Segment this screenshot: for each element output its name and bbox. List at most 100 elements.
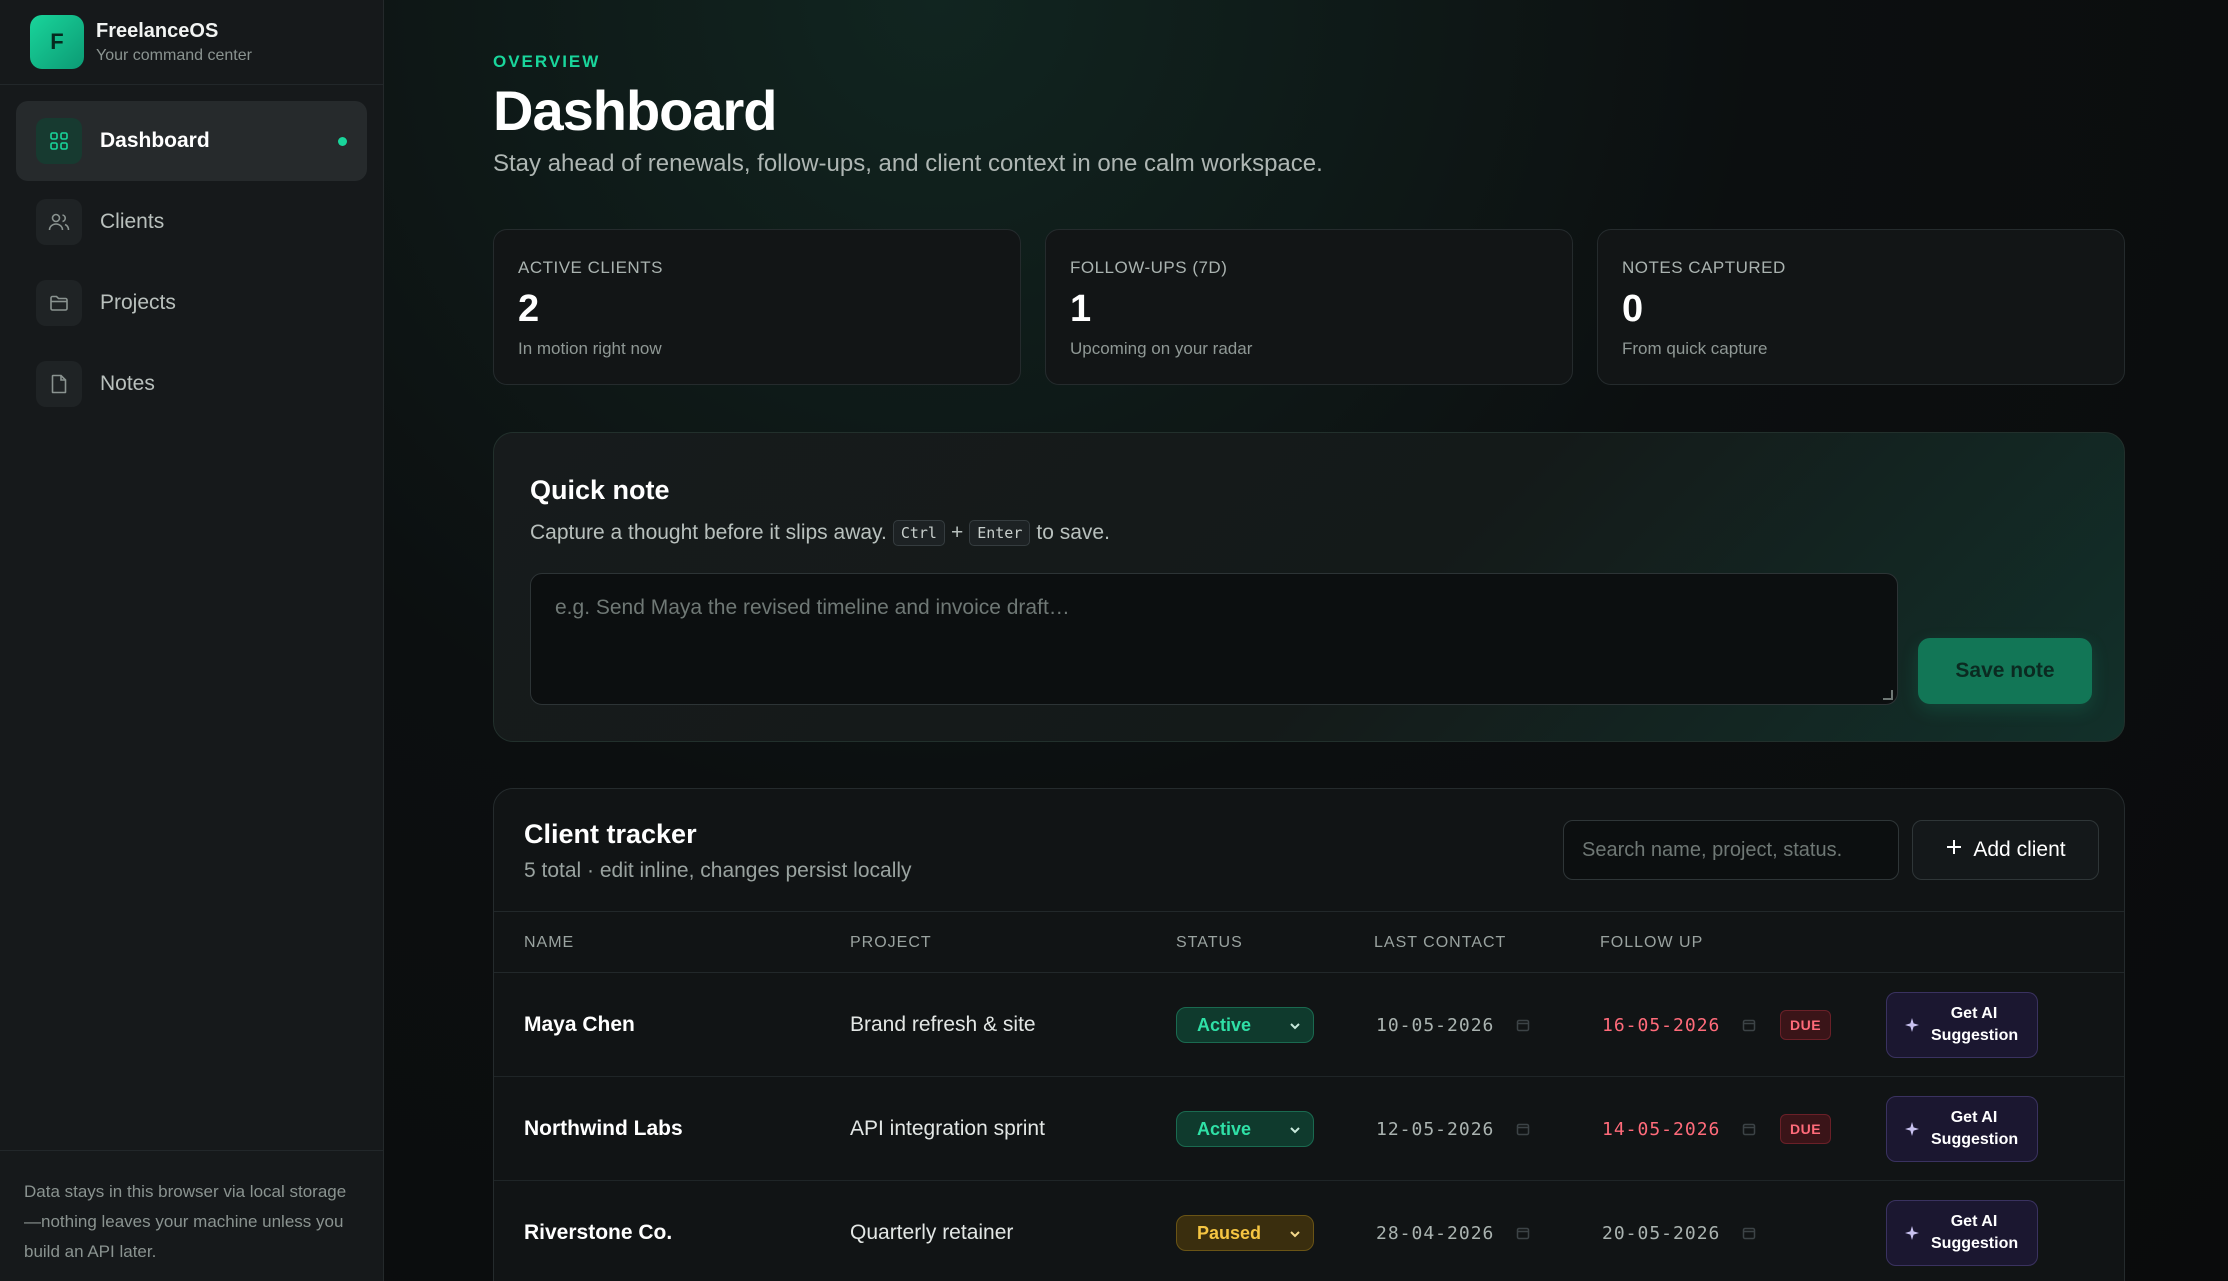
last-contact-date: 10-05-2026 (1376, 1014, 1495, 1036)
save-note-button[interactable]: Save note (1918, 638, 2092, 704)
chevron-down-icon (1290, 1023, 1300, 1030)
calendar-icon[interactable] (1742, 1018, 1756, 1032)
brand-tagline: Your command center (96, 46, 252, 64)
follow-up-field[interactable]: 16-05-2026 (1602, 973, 1756, 1077)
ai-cell: Get AI Suggestion (1886, 973, 2038, 1077)
kbd-plus: + (950, 521, 964, 544)
get-ai-suggestion-button[interactable]: Get AI Suggestion (1886, 1200, 2038, 1266)
sparkle-icon (1905, 1018, 1919, 1032)
follow-up-field[interactable]: 20-05-2026 (1602, 1181, 1756, 1281)
sidebar-item-projects[interactable]: Projects (16, 263, 367, 343)
due-cell: DUE (1780, 973, 1832, 1077)
sidebar-item-label: Notes (100, 372, 155, 395)
table-row: Riverstone Co. Quarterly retainer Paused… (494, 1181, 2124, 1281)
status-select[interactable]: Active (1176, 1007, 1314, 1043)
column-header-status[interactable]: STATUS (1176, 934, 1243, 952)
sidebar-item-notes[interactable]: Notes (16, 344, 367, 424)
stat-card-active-clients: ACTIVE CLIENTS 2 In motion right now (493, 229, 1021, 385)
stat-label: NOTES CAPTURED (1622, 258, 1786, 277)
status-select[interactable]: Active (1176, 1111, 1314, 1147)
ai-label-line2: Suggestion (1931, 1027, 2019, 1044)
page-subtitle: Stay ahead of renewals, follow-ups, and … (493, 150, 1323, 177)
ai-label-line1: Get AI (1950, 1109, 1998, 1126)
add-client-button[interactable]: Add client (1912, 820, 2099, 880)
status-value: Active (1197, 1118, 1252, 1139)
sidebar-item-label: Clients (100, 210, 165, 233)
due-badge: DUE (1780, 1010, 1832, 1040)
kbd-enter: Enter (969, 520, 1031, 546)
ai-label-line1: Get AI (1950, 1005, 1998, 1022)
ai-cell: Get AI Suggestion (1886, 1181, 2038, 1281)
last-contact-field[interactable]: 12-05-2026 (1376, 1077, 1530, 1181)
stat-card-follow-ups: FOLLOW-UPS (7D) 1 Upcoming on your radar (1045, 229, 1573, 385)
ai-label-line2: Suggestion (1931, 1235, 2019, 1252)
client-name[interactable]: Northwind Labs (524, 1077, 683, 1181)
stat-value: 0 (1622, 288, 1644, 330)
client-name[interactable]: Maya Chen (524, 973, 635, 1077)
chevron-down-icon (1290, 1127, 1300, 1134)
follow-up-date: 20-05-2026 (1602, 1222, 1721, 1244)
calendar-icon[interactable] (1516, 1018, 1530, 1032)
quick-note-textarea[interactable]: e.g. Send Maya the revised timeline and … (530, 573, 1898, 705)
client-search-input[interactable]: Search name, project, status. (1563, 820, 1899, 880)
sparkle-icon (1905, 1226, 1919, 1240)
status-select[interactable]: Paused (1176, 1215, 1314, 1251)
main-content: OVERVIEW Dashboard Stay ahead of renewal… (384, 0, 2228, 1281)
last-contact-date: 28-04-2026 (1376, 1222, 1495, 1244)
ai-cell: Get AI Suggestion (1886, 1077, 2038, 1181)
client-name[interactable]: Riverstone Co. (524, 1181, 672, 1281)
active-indicator-dot (338, 137, 347, 146)
follow-up-date: 14-05-2026 (1602, 1118, 1721, 1140)
calendar-icon[interactable] (1742, 1226, 1756, 1240)
quick-note-hint-end: to save. (1036, 521, 1110, 544)
quick-note-hint: Capture a thought before it slips away. (530, 521, 887, 544)
calendar-icon[interactable] (1516, 1122, 1530, 1136)
status-cell: Active (1176, 1077, 1314, 1181)
get-ai-suggestion-button[interactable]: Get AI Suggestion (1886, 1096, 2038, 1162)
column-header-last-contact[interactable]: LAST CONTACT (1374, 934, 1506, 952)
sidebar: F FreelanceOS Your command center Dashbo… (0, 0, 384, 1281)
stat-label: ACTIVE CLIENTS (518, 258, 663, 277)
calendar-icon[interactable] (1742, 1122, 1756, 1136)
last-contact-field[interactable]: 10-05-2026 (1376, 973, 1530, 1077)
sidebar-item-clients[interactable]: Clients (16, 182, 367, 262)
get-ai-suggestion-button[interactable]: Get AI Suggestion (1886, 992, 2038, 1058)
ai-label-line2: Suggestion (1931, 1131, 2019, 1148)
status-cell: Paused (1176, 1181, 1314, 1281)
follow-up-date: 16-05-2026 (1602, 1014, 1721, 1036)
client-project[interactable]: Brand refresh & site (850, 973, 1036, 1077)
due-cell: DUE (1780, 1077, 1832, 1181)
sidebar-item-label: Dashboard (100, 129, 210, 152)
page-title: Dashboard (493, 79, 777, 142)
quick-note-placeholder: e.g. Send Maya the revised timeline and … (555, 596, 1070, 619)
page-eyebrow: OVERVIEW (493, 52, 601, 71)
add-client-label: Add client (1973, 838, 2066, 861)
file-icon (36, 361, 82, 407)
status-value: Paused (1197, 1222, 1262, 1243)
due-badge: DUE (1780, 1114, 1832, 1144)
tracker-title: Client tracker (524, 819, 697, 849)
quick-note-panel: Quick note Capture a thought before it s… (493, 432, 2125, 742)
stat-card-notes-captured: NOTES CAPTURED 0 From quick capture (1597, 229, 2125, 385)
sparkle-icon (1905, 1122, 1919, 1136)
column-header-name[interactable]: NAME (524, 934, 574, 952)
client-project[interactable]: Quarterly retainer (850, 1181, 1013, 1281)
sidebar-item-dashboard[interactable]: Dashboard (16, 101, 367, 181)
stat-hint: Upcoming on your radar (1070, 339, 1253, 358)
tracker-subtitle: 5 total · edit inline, changes persist l… (524, 859, 912, 882)
quick-note-title: Quick note (530, 475, 670, 505)
client-project[interactable]: API integration sprint (850, 1077, 1045, 1181)
status-value: Active (1197, 1014, 1252, 1035)
ai-label-line1: Get AI (1950, 1213, 1998, 1230)
last-contact-field[interactable]: 28-04-2026 (1376, 1181, 1530, 1281)
grid-icon (36, 118, 82, 164)
sidebar-footer-note: Data stays in this browser via local sto… (0, 1150, 383, 1281)
column-header-follow-up[interactable]: FOLLOW UP (1600, 934, 1703, 952)
folder-icon (36, 280, 82, 326)
column-header-project[interactable]: PROJECT (850, 934, 932, 952)
table-row: Maya Chen Brand refresh & site Active 10… (494, 973, 2124, 1077)
calendar-icon[interactable] (1516, 1226, 1530, 1240)
resize-handle-icon[interactable] (1883, 690, 1893, 700)
follow-up-field[interactable]: 14-05-2026 (1602, 1077, 1756, 1181)
users-icon (36, 199, 82, 245)
